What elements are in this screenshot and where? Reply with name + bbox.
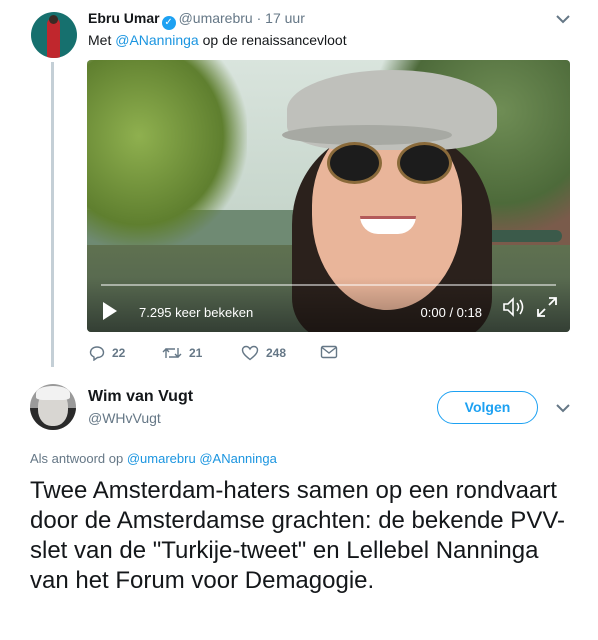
tweet1-mention-link[interactable]: @ANanninga <box>115 32 199 48</box>
tweet1-separator: · <box>256 10 262 26</box>
thread-connector-line <box>51 62 54 367</box>
tweet1-time[interactable]: 17 uur <box>265 10 305 26</box>
like-count: 248 <box>266 346 287 360</box>
retweet-icon <box>162 345 182 361</box>
avatar-ebru-umar[interactable] <box>31 12 77 58</box>
reply-count: 22 <box>112 346 126 360</box>
avatar-figure-head <box>49 15 58 24</box>
reply-action[interactable]: 22 <box>89 345 125 361</box>
reply-icon <box>89 345 105 361</box>
like-icon <box>241 345 259 361</box>
direct-message-action[interactable] <box>320 345 338 359</box>
tweet1-author-name[interactable]: Ebru Umar <box>88 10 160 26</box>
video-view-count: 7.295 keer bekeken <box>139 305 254 320</box>
play-icon[interactable] <box>103 302 117 320</box>
tweet1-text: Met @ANanninga op de renaissancevloot <box>88 32 347 48</box>
tweet1-text-suffix: op de renaissancevloot <box>202 32 347 48</box>
tweet2-text: Twee Amsterdam-haters samen op een rondv… <box>30 477 565 594</box>
chevron-down-icon[interactable] <box>556 403 570 413</box>
reply-mention-ananninga[interactable]: @ANanninga <box>199 451 277 466</box>
reply-context-prefix: Als antwoord op <box>30 451 124 466</box>
avatar-figure <box>47 18 60 58</box>
volume-icon[interactable] <box>502 296 526 323</box>
video-time: 0:00 / 0:18 <box>420 305 482 320</box>
avatar-hair <box>36 386 70 400</box>
person-sunglasses-left <box>327 142 382 184</box>
fullscreen-icon[interactable] <box>536 296 558 323</box>
video-progress-bar[interactable] <box>101 284 556 286</box>
follow-button[interactable]: Volgen <box>437 391 538 424</box>
tweet2-author-name[interactable]: Wim van Vugt <box>88 388 193 406</box>
avatar-wim-van-vugt[interactable] <box>30 384 76 430</box>
tweet1-handle[interactable]: @umarebru <box>179 10 253 26</box>
person-sunglasses-right <box>397 142 452 184</box>
tweet2-handle[interactable]: @WHvVugt <box>88 410 161 426</box>
tweet1-text-prefix: Met <box>88 32 112 48</box>
verified-icon: ✓ <box>161 16 176 30</box>
retweet-count: 21 <box>189 346 203 360</box>
video-player[interactable]: 7.295 keer bekeken 0:00 / 0:18 <box>87 60 570 332</box>
reply-context: Als antwoord op @umarebru @ANanninga <box>30 451 277 466</box>
direct-message-icon <box>320 345 338 359</box>
like-action[interactable]: 248 <box>241 345 286 361</box>
reply-mention-umarebru[interactable]: @umarebru <box>127 451 196 466</box>
video-trees-left <box>87 60 247 250</box>
chevron-down-icon[interactable] <box>556 14 570 24</box>
retweet-action[interactable]: 21 <box>162 345 202 361</box>
tweet1-header: Ebru Umar ✓ @umarebru · 17 uur <box>88 10 305 30</box>
